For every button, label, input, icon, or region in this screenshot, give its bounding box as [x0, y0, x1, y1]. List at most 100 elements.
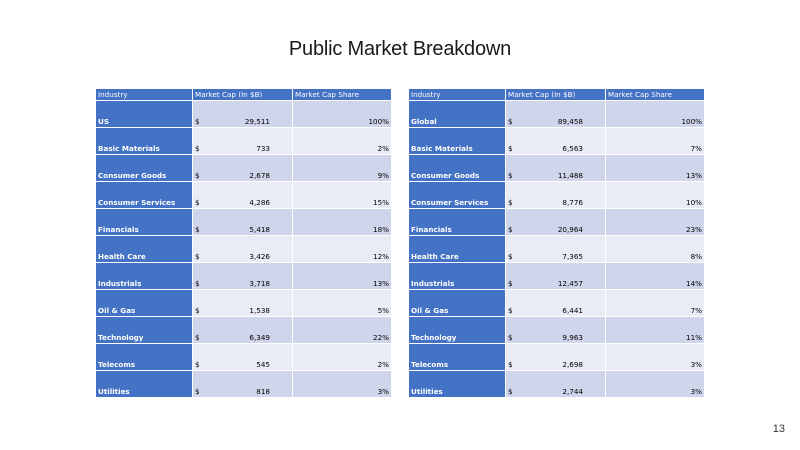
table-row: US $29,511 100% — [96, 101, 391, 127]
market-cap-value: 545 — [256, 360, 270, 369]
table-row: Utilities $2,744 3% — [409, 371, 704, 397]
column-header-market-share: Market Cap Share — [293, 89, 391, 100]
industry-cell: Technology — [409, 317, 505, 343]
market-cap-cell: $12,457 — [506, 263, 605, 289]
table-row: Industrials $3,718 13% — [96, 263, 391, 289]
market-share-cell: 13% — [293, 263, 391, 289]
industry-cell: Utilities — [409, 371, 505, 397]
table-row: Financials $5,418 18% — [96, 209, 391, 235]
column-header-market-cap: Market Cap (In $B) — [506, 89, 605, 100]
market-share-cell: 7% — [606, 128, 704, 154]
currency-symbol: $ — [508, 333, 513, 342]
table-row: Consumer Services $8,776 10% — [409, 182, 704, 208]
industry-cell: Basic Materials — [96, 128, 192, 154]
slide-title: Public Market Breakdown — [288, 38, 512, 60]
column-header-industry: Industry — [96, 89, 192, 100]
market-cap-value: 2,678 — [249, 171, 270, 180]
industry-cell: US — [96, 101, 192, 127]
market-cap-value: 89,458 — [557, 117, 583, 126]
market-cap-cell: $8,776 — [506, 182, 605, 208]
currency-symbol: $ — [508, 171, 513, 180]
market-share-cell: 23% — [606, 209, 704, 235]
market-cap-cell: $3,718 — [193, 263, 292, 289]
market-cap-value: 6,441 — [562, 306, 583, 315]
market-cap-cell: $4,286 — [193, 182, 292, 208]
market-cap-value: 20,964 — [557, 225, 583, 234]
market-cap-cell: $20,964 — [506, 209, 605, 235]
currency-symbol: $ — [508, 144, 513, 153]
industry-cell: Industrials — [96, 263, 192, 289]
industry-cell: Health Care — [409, 236, 505, 262]
industry-cell: Basic Materials — [409, 128, 505, 154]
market-share-cell: 3% — [293, 371, 391, 397]
currency-symbol: $ — [508, 198, 513, 207]
industry-cell: Consumer Services — [96, 182, 192, 208]
market-cap-value: 9,963 — [562, 333, 583, 342]
table-row: Health Care $3,426 12% — [96, 236, 391, 262]
table-header-row: Industry Market Cap (In $B) Market Cap S… — [96, 89, 391, 100]
table-row: Global $89,458 100% — [409, 101, 704, 127]
currency-symbol: $ — [508, 225, 513, 234]
currency-symbol: $ — [508, 252, 513, 261]
industry-cell: Telecoms — [409, 344, 505, 370]
market-share-cell: 7% — [606, 290, 704, 316]
market-cap-value: 818 — [256, 387, 270, 396]
table-row: Consumer Goods $11,488 13% — [409, 155, 704, 181]
currency-symbol: $ — [195, 144, 200, 153]
market-share-cell: 18% — [293, 209, 391, 235]
currency-symbol: $ — [195, 198, 200, 207]
market-cap-cell: $733 — [193, 128, 292, 154]
market-cap-value: 3,426 — [249, 252, 270, 261]
market-share-cell: 3% — [606, 344, 704, 370]
market-share-cell: 14% — [606, 263, 704, 289]
table-row: Oil & Gas $6,441 7% — [409, 290, 704, 316]
currency-symbol: $ — [195, 171, 200, 180]
industry-cell: Utilities — [96, 371, 192, 397]
market-share-cell: 12% — [293, 236, 391, 262]
market-share-cell: 100% — [606, 101, 704, 127]
industry-cell: Financials — [409, 209, 505, 235]
market-cap-cell: $6,563 — [506, 128, 605, 154]
market-cap-cell: $545 — [193, 344, 292, 370]
industry-cell: Global — [409, 101, 505, 127]
table-row: Oil & Gas $1,538 5% — [96, 290, 391, 316]
market-cap-cell: $11,488 — [506, 155, 605, 181]
table-row: Financials $20,964 23% — [409, 209, 704, 235]
market-cap-value: 5,418 — [249, 225, 270, 234]
table-row: Basic Materials $6,563 7% — [409, 128, 704, 154]
market-cap-cell: $2,698 — [506, 344, 605, 370]
market-share-cell: 3% — [606, 371, 704, 397]
currency-symbol: $ — [508, 117, 513, 126]
market-cap-value: 6,563 — [562, 144, 583, 153]
market-cap-value: 11,488 — [557, 171, 583, 180]
market-share-cell: 9% — [293, 155, 391, 181]
currency-symbol: $ — [508, 279, 513, 288]
industry-cell: Telecoms — [96, 344, 192, 370]
currency-symbol: $ — [195, 360, 200, 369]
market-cap-value: 12,457 — [557, 279, 583, 288]
market-cap-cell: $2,744 — [506, 371, 605, 397]
market-cap-value: 2,744 — [562, 387, 583, 396]
industry-cell: Industrials — [409, 263, 505, 289]
market-cap-value: 3,718 — [249, 279, 270, 288]
market-share-cell: 8% — [606, 236, 704, 262]
currency-symbol: $ — [195, 117, 200, 126]
industry-cell: Financials — [96, 209, 192, 235]
industry-cell: Consumer Goods — [96, 155, 192, 181]
table-row: Consumer Services $4,286 15% — [96, 182, 391, 208]
global-market-table: Industry Market Cap (In $B) Market Cap S… — [408, 88, 705, 398]
table-row: Basic Materials $733 2% — [96, 128, 391, 154]
market-cap-cell: $6,441 — [506, 290, 605, 316]
market-cap-value: 8,776 — [562, 198, 583, 207]
market-share-cell: 22% — [293, 317, 391, 343]
table-row: Technology $6,349 22% — [96, 317, 391, 343]
market-cap-cell: $5,418 — [193, 209, 292, 235]
table-row: Industrials $12,457 14% — [409, 263, 704, 289]
currency-symbol: $ — [508, 306, 513, 315]
market-cap-cell: $9,963 — [506, 317, 605, 343]
market-cap-value: 2,698 — [562, 360, 583, 369]
market-cap-value: 7,365 — [562, 252, 583, 261]
market-cap-cell: $1,538 — [193, 290, 292, 316]
currency-symbol: $ — [195, 306, 200, 315]
table-row: Health Care $7,365 8% — [409, 236, 704, 262]
